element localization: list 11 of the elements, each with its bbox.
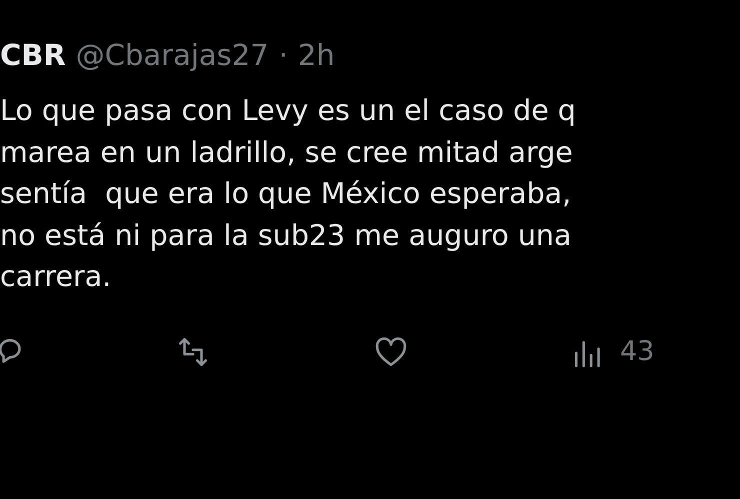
separator: · xyxy=(278,38,288,72)
author-handle[interactable]: @Cbarajas27 xyxy=(76,38,269,72)
post-text-line: carrera. xyxy=(0,259,112,295)
post-text-line: sentía que era lo que México esperaba, xyxy=(0,176,572,212)
post-text-line: no está ni para la sub23 me auguro una xyxy=(0,218,572,254)
post-time[interactable]: 2h xyxy=(298,38,335,72)
post-text-line: Lo que pasa con Levy es un el caso de q xyxy=(0,93,576,129)
heart-icon[interactable] xyxy=(374,334,408,368)
view-count: 43 xyxy=(620,336,654,367)
author-name[interactable]: CBR xyxy=(0,38,66,72)
post-text-line: marea en un ladrillo, se cree mitad arge xyxy=(0,134,573,170)
